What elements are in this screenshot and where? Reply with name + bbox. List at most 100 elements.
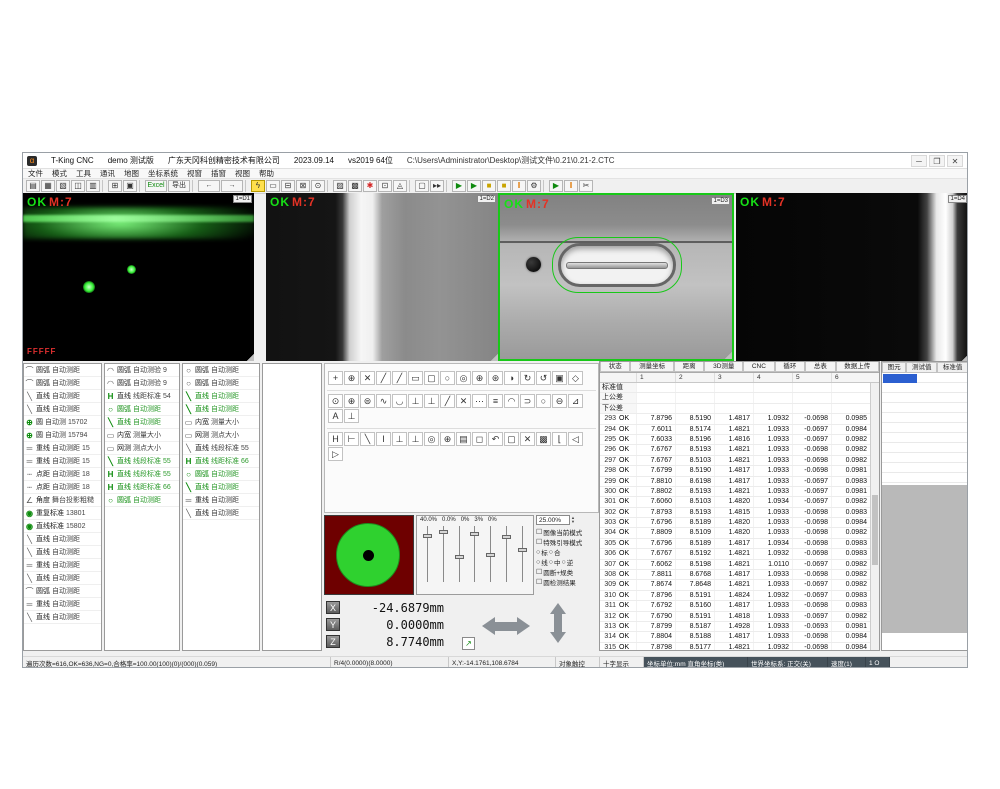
- light-slider[interactable]: [455, 526, 464, 582]
- table-row[interactable]: 314OK7.88048.51881.48171.0933-0.06980.09…: [600, 632, 879, 642]
- table-row[interactable]: 294OK7.60118.51741.48211.0933-0.06970.09…: [600, 425, 879, 435]
- tool-icon[interactable]: ◻: [472, 432, 487, 446]
- table-row[interactable]: 标准值: [600, 383, 879, 393]
- list-item[interactable]: ▭网测测点大小: [183, 429, 259, 442]
- list-item[interactable]: ╲直线线段标准 55: [105, 455, 179, 468]
- list-item[interactable]: ╲直线自动测距: [24, 533, 101, 546]
- resize-grip-icon[interactable]: [490, 353, 498, 361]
- list-item[interactable]: ╲直线自动测距: [24, 390, 101, 403]
- selected-cell-highlight[interactable]: [883, 374, 917, 383]
- table-row[interactable]: 311OK7.67928.51601.48171.0933-0.06980.09…: [600, 601, 879, 611]
- table-row[interactable]: 313OK7.87998.51871.49281.0933-0.06930.09…: [600, 622, 879, 632]
- tool-icon[interactable]: ╱: [392, 371, 407, 385]
- tool-icon[interactable]: ◇: [568, 371, 583, 385]
- tool-icon[interactable]: ⋯: [472, 394, 487, 408]
- radio-icon[interactable]: ○: [561, 559, 565, 566]
- tool-icon[interactable]: ⊕: [344, 371, 359, 385]
- slider-thumb[interactable]: [470, 532, 479, 536]
- slider-thumb[interactable]: [486, 553, 495, 557]
- menu-item[interactable]: 坐标系统: [148, 168, 178, 179]
- table-row[interactable]: 293OK7.87968.51901.48171.0932-0.06980.09…: [600, 414, 879, 424]
- table-tab[interactable]: 测量坐标: [630, 362, 673, 372]
- option-row[interactable]: ○线○中○逆: [536, 557, 599, 567]
- list-item[interactable]: ═重线自动测距: [183, 494, 259, 507]
- toolbar-button[interactable]: Excel: [145, 180, 167, 192]
- table-tab[interactable]: 数据上传: [836, 362, 879, 372]
- list-item[interactable]: ⌒圆弧自动测距: [24, 585, 101, 598]
- toolbar-button[interactable]: ▭: [266, 180, 280, 192]
- tool-icon[interactable]: ⊃: [520, 394, 535, 408]
- toolbar-button[interactable]: ▶: [549, 180, 563, 192]
- radio-icon[interactable]: ○: [536, 559, 540, 566]
- tool-icon[interactable]: ▣: [552, 371, 567, 385]
- table-row[interactable]: 310OK7.87968.51911.48241.0932-0.06970.09…: [600, 591, 879, 601]
- list-item[interactable]: ○圆弧自动测距: [183, 468, 259, 481]
- diagonal-jog-button[interactable]: ↗: [462, 637, 475, 650]
- table-row[interactable]: 297OK7.67678.51031.48211.0933-0.06980.09…: [600, 456, 879, 466]
- tool-icon[interactable]: ✕: [360, 371, 375, 385]
- list-item[interactable]: ┄点距自动测距 18: [24, 481, 101, 494]
- toolbar-button[interactable]: ◫: [71, 180, 85, 192]
- option-row[interactable]: ☐圆检测结果: [536, 577, 599, 587]
- spinner-down-icon[interactable]: ▼: [571, 520, 575, 524]
- camera-view-3-selected[interactable]: OKM:7 1=D3: [498, 193, 734, 361]
- light-slider[interactable]: [486, 526, 495, 582]
- list-item[interactable]: ╲直线自动测距: [105, 416, 179, 429]
- list-item[interactable]: H直线线距标准 54: [105, 390, 179, 403]
- list-item[interactable]: ┄点距自动测距 18: [24, 468, 101, 481]
- tool-icon[interactable]: ⊕: [440, 432, 455, 446]
- slider-thumb[interactable]: [518, 548, 527, 552]
- tool-icon[interactable]: ▤: [456, 432, 471, 446]
- table-row[interactable]: 304OK7.88098.51091.48201.0933-0.06980.09…: [600, 528, 879, 538]
- toolbar-button[interactable]: ⊙: [311, 180, 325, 192]
- tool-icon[interactable]: ○: [440, 371, 455, 385]
- tool-icon[interactable]: ≡: [488, 394, 503, 408]
- tool-icon[interactable]: ⊜: [360, 394, 375, 408]
- tool-icon[interactable]: ╱: [440, 394, 455, 408]
- zoom-input[interactable]: 25.00%: [536, 515, 570, 525]
- toolbar-button[interactable]: ◬: [393, 180, 407, 192]
- camera-view-1[interactable]: OKM:7 1=D1 FFFFF: [23, 193, 254, 361]
- zoom-spinner[interactable]: ▲ ▼: [571, 516, 575, 524]
- tool-icon[interactable]: ✕: [520, 432, 535, 446]
- jog-vertical-arrows-icon[interactable]: [550, 603, 566, 643]
- table-tab[interactable]: 状态: [600, 362, 630, 372]
- option-row[interactable]: ☐圆断+规类: [536, 567, 599, 577]
- list-item[interactable]: H直线线距标准 66: [105, 481, 179, 494]
- right-panel-tab[interactable]: 图元: [882, 362, 906, 373]
- list-item[interactable]: ═重线自动测距 15: [24, 455, 101, 468]
- toolbar-button[interactable]: ✱: [363, 180, 377, 192]
- table-row[interactable]: 308OK7.88118.67681.48171.0933-0.06980.09…: [600, 570, 879, 580]
- list-item[interactable]: ╲直线自动测距: [24, 546, 101, 559]
- tool-icon[interactable]: ⊥: [424, 394, 439, 408]
- tool-icon[interactable]: ⊕: [344, 394, 359, 408]
- tool-icon[interactable]: ╲: [360, 432, 375, 446]
- resize-grip-icon[interactable]: [246, 353, 254, 361]
- checkbox-icon[interactable]: ☐: [536, 578, 542, 586]
- tool-icon[interactable]: ✕: [456, 394, 471, 408]
- toolbar-button[interactable]: ▩: [348, 180, 362, 192]
- minimize-button[interactable]: ─: [911, 155, 927, 167]
- x-axis-button[interactable]: X: [326, 601, 340, 614]
- list-item[interactable]: ╲直线自动测距: [183, 481, 259, 494]
- table-row[interactable]: 303OK7.67968.51891.48201.0933-0.06980.09…: [600, 518, 879, 528]
- light-slider[interactable]: [518, 526, 527, 582]
- menu-item[interactable]: 通讯: [100, 168, 115, 179]
- table-row[interactable]: 300OK7.88028.51931.48211.0933-0.06970.09…: [600, 487, 879, 497]
- resize-grip-icon[interactable]: [961, 353, 968, 361]
- toolbar-button[interactable]: ⊞: [108, 180, 122, 192]
- toolbar-button[interactable]: ■: [497, 180, 511, 192]
- title-bar[interactable]: α T-King CNC demo 测试版 广东天冈科创精密技术有限公司 202…: [23, 153, 967, 169]
- toolbar-button[interactable]: ⊡: [378, 180, 392, 192]
- tool-icon[interactable]: ⊥: [408, 432, 423, 446]
- tool-icon[interactable]: ⊥: [392, 432, 407, 446]
- menu-item[interactable]: 插窗: [211, 168, 226, 179]
- camera-view-2[interactable]: OKM:7 1=D2: [266, 193, 498, 361]
- list-item[interactable]: ╲直线自动测距: [24, 572, 101, 585]
- toolbar-button[interactable]: ▶: [467, 180, 481, 192]
- camera-view-4[interactable]: OKM:7 1=D4: [736, 193, 968, 361]
- option-row[interactable]: ☐特殊引导模式: [536, 537, 599, 547]
- table-row[interactable]: 299OK7.88108.61981.48171.0933-0.06970.09…: [600, 477, 879, 487]
- table-row[interactable]: 298OK7.67998.51901.48171.0933-0.06980.09…: [600, 466, 879, 476]
- toolbar-button[interactable]: ▢: [415, 180, 429, 192]
